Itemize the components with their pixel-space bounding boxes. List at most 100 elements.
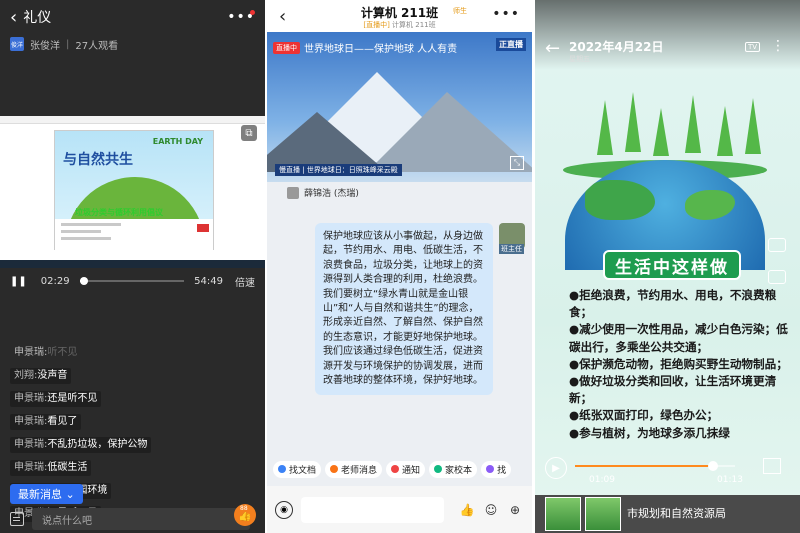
sender-avatar[interactable] bbox=[287, 186, 299, 199]
tree-decoration bbox=[625, 92, 641, 152]
picture-in-picture-icon[interactable]: ⧉ bbox=[241, 125, 257, 141]
section-banner: 生活中这样做 bbox=[603, 250, 741, 280]
chat-message: 申景瑞:还是听不见 bbox=[10, 391, 102, 407]
latest-messages-button[interactable]: 最新消息 ⌄ bbox=[10, 484, 83, 504]
teacher-role-label: 班主任 bbox=[499, 244, 524, 254]
quick-action-icon bbox=[278, 465, 286, 473]
sender-name: 薛锦浩 (杰瑞) bbox=[304, 189, 359, 199]
fullscreen-icon[interactable] bbox=[763, 458, 781, 474]
chat-text: 看见了 bbox=[47, 416, 78, 427]
quick-action[interactable]: 找文档 bbox=[273, 460, 322, 478]
top-bar: ‹ 礼仪 ••• bbox=[0, 0, 265, 34]
edit-icon[interactable] bbox=[10, 512, 24, 526]
back-icon[interactable]: ← bbox=[545, 38, 560, 59]
like-count: 88 bbox=[238, 505, 250, 512]
slide-slogan: 垃圾分类与循环利用倡议 bbox=[75, 208, 163, 217]
quick-action-label: 家校本 bbox=[445, 465, 473, 476]
progress-bar[interactable] bbox=[79, 277, 185, 285]
progress-knob[interactable] bbox=[707, 461, 718, 471]
message-paragraph: 我们要树立“绿水青山就是金山银山”和“人与自然和谐共生”的理念，形成亲近自然、了… bbox=[323, 288, 483, 343]
comment-bar: 说点什么吧 bbox=[10, 508, 250, 530]
quick-action[interactable]: 通知 bbox=[386, 460, 426, 478]
subtitle-class: 计算机 211班 bbox=[392, 21, 436, 29]
land-shape bbox=[685, 190, 735, 220]
chat-text: 听不见 bbox=[47, 347, 78, 358]
chat-message: 申景瑞:听不见 bbox=[10, 345, 81, 361]
shrink-icon[interactable]: ⤡ bbox=[510, 156, 524, 170]
tree-decoration bbox=[717, 106, 733, 156]
quick-action-label: 老师消息 bbox=[341, 465, 378, 476]
video-controls: ▶ 01:09 01:13 bbox=[535, 455, 800, 491]
quick-action[interactable]: 家校本 bbox=[429, 460, 478, 478]
channel-logo: 正直播 bbox=[496, 38, 526, 51]
live-stream-window[interactable]: 直播中 世界地球日——保护地球 人人有责 正直播 慢直播 | 世界地球日：日照珠… bbox=[267, 32, 532, 182]
quick-action-icon bbox=[486, 465, 495, 473]
more-icon[interactable]: ⋮ bbox=[771, 38, 785, 54]
message-paragraph: 我们应该通过绿色低碳生活，促进资源开发与环境保护的协调发展，进而改善地球的整体环… bbox=[323, 346, 483, 387]
comment-input[interactable]: 说点什么吧 bbox=[32, 508, 250, 530]
quick-action-label: 找 bbox=[497, 465, 507, 476]
sender-row: 薛锦浩 (杰瑞) bbox=[287, 186, 359, 199]
class-group-panel: ‹ 计算机 211班 师生 [直播中] 计算机 211班 ••• 直播中 世界地… bbox=[267, 0, 532, 533]
message-bubble[interactable]: 保护地球应该从小事做起，从身边做起，节约用水、用电、低碳生活，不浪费食品，垃圾分… bbox=[315, 223, 493, 396]
thumb-icon[interactable]: 👍 bbox=[458, 501, 476, 519]
video-player[interactable]: 与自然共生 EARTH DAY 垃圾分类与循环利用倡议 bbox=[0, 116, 265, 268]
gallery-icon[interactable] bbox=[768, 270, 786, 284]
chat-sender: 申景瑞: bbox=[14, 393, 48, 404]
quick-action-icon bbox=[434, 465, 443, 473]
chat-message: 申景瑞:低碳生活 bbox=[10, 460, 92, 476]
video-taskbar bbox=[0, 260, 265, 268]
thumbnail-strip: 市规划和自然资源局 bbox=[535, 495, 800, 533]
video-post-panel: ← 2022年4月22日 星期五 TV ⋮ 生活中这样做 ●拒绝浪费，节约用水、… bbox=[535, 0, 800, 533]
host-avatar[interactable]: 俊洋 bbox=[10, 37, 24, 51]
video-thumbnail[interactable] bbox=[545, 497, 581, 531]
tree-decoration bbox=[597, 100, 613, 155]
quick-action-icon bbox=[330, 465, 339, 473]
tree-decoration bbox=[745, 98, 761, 154]
viewer-count: 27人观看 bbox=[75, 40, 119, 52]
progress-bar[interactable] bbox=[575, 461, 735, 471]
slide-red-mark bbox=[197, 224, 209, 232]
weekday: 星期五 bbox=[569, 55, 590, 63]
slide-text-line bbox=[61, 237, 111, 240]
speed-button[interactable]: 倍速 bbox=[235, 274, 255, 289]
live-lesson-panel: ‹ 礼仪 ••• 俊洋 张俊洋 | 27人观看 与自然共生 EARTH DAY … bbox=[0, 0, 265, 533]
message-input[interactable] bbox=[301, 496, 444, 523]
video-thumbnail[interactable] bbox=[585, 497, 621, 531]
emoji-icon[interactable]: ☺ bbox=[482, 501, 500, 519]
quick-action-label: 通知 bbox=[402, 465, 421, 476]
top-bar: ‹ 计算机 211班 师生 [直播中] 计算机 211班 ••• bbox=[267, 0, 532, 32]
quick-action-icon bbox=[391, 465, 400, 473]
progress-knob[interactable] bbox=[80, 277, 89, 285]
live-tag: 直播中 bbox=[273, 41, 300, 54]
chat-sender: 申景瑞: bbox=[14, 462, 48, 473]
publisher-name: 市规划和自然资源局 bbox=[627, 507, 726, 520]
tip-item: ●参与植树，为地球多添几抹绿 bbox=[569, 425, 730, 440]
mountain bbox=[267, 112, 387, 172]
slide-text-line bbox=[61, 223, 121, 226]
chat-sender: 申景瑞: bbox=[14, 439, 48, 450]
chat-message: 申景瑞:看见了 bbox=[10, 414, 82, 430]
tv-cast-icon[interactable]: TV bbox=[745, 42, 761, 52]
page-title: 礼仪 bbox=[23, 10, 52, 26]
live-status: [直播中] bbox=[363, 21, 390, 29]
video-slide: 与自然共生 EARTH DAY 垃圾分类与循环利用倡议 bbox=[54, 130, 214, 250]
more-icon[interactable]: ••• bbox=[492, 6, 520, 22]
current-time: 02:29 bbox=[40, 275, 70, 287]
screenshot-icon[interactable] bbox=[768, 238, 786, 252]
back-icon[interactable]: ‹ bbox=[10, 7, 17, 28]
voice-icon[interactable]: ◉ bbox=[275, 500, 293, 519]
pause-icon[interactable]: ❚❚ bbox=[10, 276, 27, 287]
play-icon[interactable]: ▶ bbox=[545, 457, 567, 479]
add-icon[interactable]: ⊕ bbox=[506, 501, 524, 519]
post-date: 2022年4月22日 bbox=[569, 40, 664, 54]
quick-action[interactable]: 老师消息 bbox=[325, 460, 383, 478]
slide-lower-area bbox=[55, 219, 213, 250]
stream-title: 世界地球日——保护地球 人人有责 bbox=[304, 44, 458, 55]
tip-item: ●减少使用一次性用品，减少白色污染；低碳出行，多乘坐公共交通； bbox=[569, 322, 788, 354]
slide-text-line bbox=[61, 230, 101, 233]
slide-badge: EARTH DAY bbox=[152, 137, 203, 146]
total-time: 01:13 bbox=[717, 475, 743, 485]
quick-action[interactable]: 找 bbox=[481, 460, 512, 478]
quick-actions: 找文档 老师消息 通知 家校本 找 bbox=[267, 458, 532, 480]
